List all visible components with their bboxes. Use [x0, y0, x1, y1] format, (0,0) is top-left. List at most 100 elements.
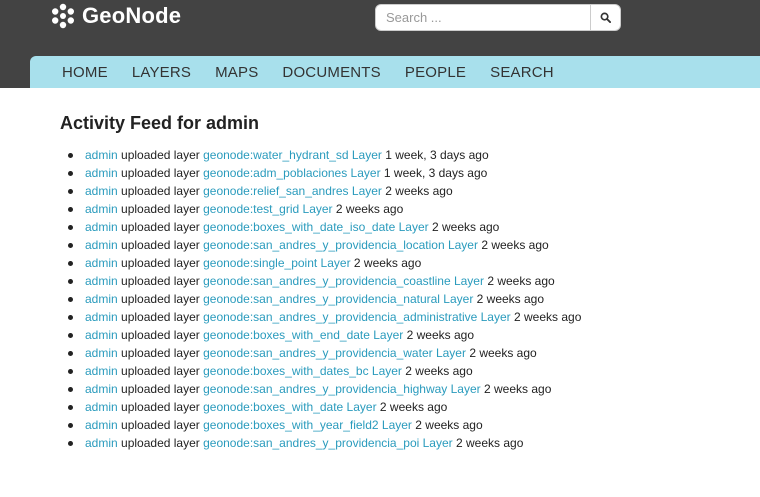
feed-item: admin uploaded layer geonode:san_andres_…: [68, 434, 581, 452]
actor-link[interactable]: admin: [85, 220, 118, 234]
bullet-icon: [68, 279, 73, 284]
bullet-icon: [68, 189, 73, 194]
bullet-icon: [68, 387, 73, 392]
actor-link[interactable]: admin: [85, 166, 118, 180]
nav-people[interactable]: PEOPLE: [405, 64, 466, 81]
actor-link[interactable]: admin: [85, 238, 118, 252]
activity-verb: uploaded layer: [121, 418, 200, 432]
activity-verb: uploaded layer: [121, 238, 200, 252]
bullet-icon: [68, 333, 73, 338]
actor-link[interactable]: admin: [85, 148, 118, 162]
actor-link[interactable]: admin: [85, 202, 118, 216]
activity-timestamp: 2 weeks ago: [353, 256, 422, 270]
main-content: Activity Feed for admin admin uploaded l…: [60, 112, 740, 450]
brand-logo[interactable]: GeoNode: [50, 3, 181, 29]
bullet-icon: [68, 225, 73, 230]
bullet-icon: [68, 351, 73, 356]
activity-timestamp: 2 weeks ago: [481, 238, 549, 252]
activity-timestamp: 2 weeks ago: [469, 346, 537, 360]
activity-timestamp: 2 weeks ago: [405, 364, 473, 378]
bullet-icon: [68, 243, 73, 248]
activity-verb: uploaded layer: [121, 436, 200, 450]
activity-timestamp: 2 weeks ago: [487, 274, 555, 288]
layer-link[interactable]: geonode:san_andres_y_providencia_adminis…: [203, 310, 511, 324]
main-nav: HOME LAYERS MAPS DOCUMENTS PEOPLE SEARCH: [30, 56, 760, 88]
activity-timestamp: 2 weeks ago: [514, 310, 582, 324]
activity-timestamp: 2 weeks ago: [476, 292, 545, 306]
activity-timestamp: 2 weeks ago: [415, 418, 483, 432]
search-button[interactable]: [590, 4, 621, 31]
bullet-icon: [68, 441, 73, 446]
layer-link[interactable]: geonode:boxes_with_end_date Layer: [203, 328, 403, 342]
activity-timestamp: 2 weeks ago: [406, 328, 475, 342]
activity-timestamp: 2 weeks ago: [455, 436, 524, 450]
activity-verb: uploaded layer: [121, 256, 200, 270]
nav-search[interactable]: SEARCH: [490, 64, 554, 81]
actor-link[interactable]: admin: [85, 382, 118, 396]
actor-link[interactable]: admin: [85, 274, 118, 288]
layer-link[interactable]: geonode:relief_san_andres Layer: [203, 184, 382, 198]
actor-link[interactable]: admin: [85, 400, 118, 414]
layer-link[interactable]: geonode:boxes_with_year_field2 Layer: [203, 418, 412, 432]
feed-item: admin uploaded layer geonode:san_andres_…: [68, 308, 581, 326]
bullet-icon: [68, 261, 73, 266]
actor-link[interactable]: admin: [85, 436, 118, 450]
layer-link[interactable]: geonode:san_andres_y_providencia_water L…: [203, 346, 466, 360]
nav-layers[interactable]: LAYERS: [132, 64, 191, 81]
feed-item: admin uploaded layer geonode:san_andres_…: [68, 380, 581, 398]
actor-link[interactable]: admin: [85, 184, 118, 198]
search-input[interactable]: [375, 4, 591, 31]
activity-verb: uploaded layer: [121, 328, 200, 342]
layer-link[interactable]: geonode:boxes_with_date Layer: [203, 400, 376, 414]
bullet-icon: [68, 315, 73, 320]
nav-home[interactable]: HOME: [62, 64, 108, 81]
feed-item: admin uploaded layer geonode:san_andres_…: [68, 272, 581, 290]
layer-link[interactable]: geonode:san_andres_y_providencia_poi Lay…: [203, 436, 453, 450]
feed-item: admin uploaded layer geonode:boxes_with_…: [68, 416, 581, 434]
bullet-icon: [68, 153, 73, 158]
actor-link[interactable]: admin: [85, 292, 118, 306]
activity-timestamp: 1 week, 3 days ago: [383, 166, 488, 180]
bullet-icon: [68, 405, 73, 410]
nav-maps[interactable]: MAPS: [215, 64, 258, 81]
layer-link[interactable]: geonode:test_grid Layer: [203, 202, 332, 216]
top-header: GeoNode HOME LAYERS MAPS DOCUMENTS PEOPL…: [0, 0, 760, 88]
actor-link[interactable]: admin: [85, 310, 118, 324]
activity-timestamp: 2 weeks ago: [379, 400, 448, 414]
actor-link[interactable]: admin: [85, 328, 118, 342]
layer-link[interactable]: geonode:water_hydrant_sd Layer: [203, 148, 382, 162]
bullet-icon: [68, 171, 73, 176]
actor-link[interactable]: admin: [85, 346, 118, 360]
activity-verb: uploaded layer: [121, 220, 200, 234]
layer-link[interactable]: geonode:san_andres_y_providencia_highway…: [203, 382, 481, 396]
layer-link[interactable]: geonode:adm_poblaciones Layer: [203, 166, 380, 180]
layer-link[interactable]: geonode:single_point Layer: [203, 256, 350, 270]
nav-documents[interactable]: DOCUMENTS: [282, 64, 380, 81]
actor-link[interactable]: admin: [85, 364, 118, 378]
actor-link[interactable]: admin: [85, 418, 118, 432]
layer-link[interactable]: geonode:boxes_with_date_iso_date Layer: [203, 220, 429, 234]
bullet-icon: [68, 423, 73, 428]
feed-item: admin uploaded layer geonode:san_andres_…: [68, 344, 581, 362]
activity-timestamp: 2 weeks ago: [385, 184, 453, 198]
actor-link[interactable]: admin: [85, 256, 118, 270]
feed-item: admin uploaded layer geonode:test_grid L…: [68, 200, 581, 218]
search-form: [375, 4, 621, 31]
feed-item: admin uploaded layer geonode:adm_poblaci…: [68, 164, 581, 182]
activity-verb: uploaded layer: [121, 364, 200, 378]
activity-feed: admin uploaded layer geonode:water_hydra…: [68, 146, 581, 452]
feed-item: admin uploaded layer geonode:san_andres_…: [68, 290, 581, 308]
activity-verb: uploaded layer: [121, 148, 200, 162]
activity-verb: uploaded layer: [121, 382, 200, 396]
layer-link[interactable]: geonode:san_andres_y_providencia_coastli…: [203, 274, 484, 288]
layer-link[interactable]: geonode:boxes_with_dates_bc Layer: [203, 364, 402, 378]
bullet-icon: [68, 207, 73, 212]
activity-verb: uploaded layer: [121, 400, 200, 414]
feed-item: admin uploaded layer geonode:boxes_with_…: [68, 362, 581, 380]
layer-link[interactable]: geonode:san_andres_y_providencia_natural…: [203, 292, 473, 306]
bullet-icon: [68, 297, 73, 302]
activity-verb: uploaded layer: [121, 310, 200, 324]
activity-timestamp: 1 week, 3 days ago: [385, 148, 489, 162]
layer-link[interactable]: geonode:san_andres_y_providencia_locatio…: [203, 238, 478, 252]
feed-item: admin uploaded layer geonode:relief_san_…: [68, 182, 581, 200]
